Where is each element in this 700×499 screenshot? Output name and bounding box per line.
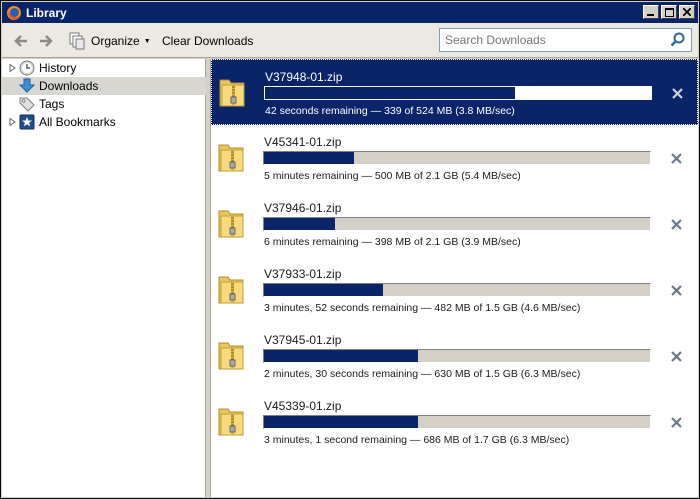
back-arrow-icon [14,35,27,47]
organize-button[interactable]: Organize ▼ [68,31,151,51]
sidebar-item-label: Tags [39,97,65,111]
organize-icon [69,32,85,50]
toolbar: Organize ▼ Clear Downloads [2,23,698,58]
close-icon [671,87,683,99]
close-icon [670,218,682,230]
download-progress-bar [263,283,651,297]
download-progress-bar [263,217,651,231]
expand-arrow-icon[interactable] [8,118,16,126]
download-filename: V45341-01.zip [264,135,342,149]
download-status: 3 minutes, 52 seconds remaining — 482 MB… [264,302,581,314]
download-status: 42 seconds remaining — 339 of 524 MB (3.… [265,105,515,117]
cancel-download-button[interactable] [669,217,683,231]
cancel-download-button[interactable] [669,415,683,429]
download-item[interactable]: V37948-01.zip 42 seconds remaining — 339… [211,59,698,125]
bookmark-star-icon [19,114,35,130]
chevron-down-icon: ▼ [143,37,151,45]
close-icon [670,416,682,428]
download-item[interactable]: V37946-01.zip 6 minutes remaining — 398 … [211,191,698,257]
forward-button[interactable] [37,32,55,50]
download-arrow-icon [19,78,35,93]
download-status: 6 minutes remaining — 398 MB of 2.1 GB (… [264,236,521,248]
download-filename: V37948-01.zip [265,70,343,84]
search-box[interactable] [439,28,692,52]
cancel-download-button[interactable] [669,283,683,297]
search-input[interactable] [440,30,669,50]
close-icon [670,152,682,164]
download-item[interactable]: V37933-01.zip 3 minutes, 52 seconds rema… [211,257,698,323]
zip-folder-icon [218,342,244,370]
clear-downloads-button[interactable]: Clear Downloads [162,34,253,48]
download-progress-bar [263,415,651,429]
cancel-download-button[interactable] [670,86,684,100]
sidebar-item-label: History [39,61,77,75]
close-icon [670,284,682,296]
downloads-list: V37948-01.zip 42 seconds remaining — 339… [211,59,698,497]
download-filename: V37945-01.zip [264,333,342,347]
download-item[interactable]: V45341-01.zip 5 minutes remaining — 500 … [211,125,698,191]
sidebar-item-label: Downloads [39,79,99,93]
library-window: Library Organize ▼ Clear Downloads Searc… [0,0,700,499]
download-filename: V37933-01.zip [264,267,342,281]
download-status: 5 minutes remaining — 500 MB of 2.1 GB (… [264,170,521,182]
download-filename: V37946-01.zip [264,201,342,215]
tag-icon [19,97,35,112]
cancel-download-button[interactable] [669,349,683,363]
download-status: 2 minutes, 30 seconds remaining — 630 MB… [264,368,581,380]
sidebar-item-label: All Bookmarks [39,115,116,129]
minimize-button[interactable] [643,5,659,19]
library-sidebar: History Downloads Tags All Bookmarks [2,59,206,497]
zip-folder-icon [219,79,245,107]
download-status: 3 minutes, 1 second remaining — 686 MB o… [264,434,570,446]
maximize-icon [664,7,674,17]
sidebar-item-history[interactable]: History [2,59,206,77]
zip-folder-icon [218,276,244,304]
cancel-download-button[interactable] [669,151,683,165]
back-button[interactable] [12,32,30,50]
download-item[interactable]: V45339-01.zip 3 minutes, 1 second remain… [211,389,698,455]
download-item[interactable]: V37945-01.zip 2 minutes, 30 seconds rema… [211,323,698,389]
close-icon [670,350,682,362]
window-title: Library [26,5,67,20]
download-progress-bar [264,86,652,100]
close-button[interactable] [679,5,695,19]
zip-folder-icon [218,144,244,172]
forward-arrow-icon [40,35,53,47]
maximize-button[interactable] [661,5,677,19]
zip-folder-icon [218,210,244,238]
sidebar-item-tags[interactable]: Tags [2,95,206,113]
minimize-icon [647,14,654,16]
close-icon [683,8,691,16]
title-bar[interactable]: Library [2,2,698,23]
expand-arrow-icon[interactable] [8,64,16,72]
sidebar-item-downloads[interactable]: Downloads [2,77,206,95]
organize-label: Organize [91,34,140,48]
zip-folder-icon [218,408,244,436]
search-icon [670,32,685,47]
firefox-icon [7,5,21,20]
download-progress-bar [263,349,651,363]
download-filename: V45339-01.zip [264,399,342,413]
history-clock-icon [19,60,35,76]
download-progress-bar [263,151,651,165]
sidebar-item-all-bookmarks[interactable]: All Bookmarks [2,113,206,131]
